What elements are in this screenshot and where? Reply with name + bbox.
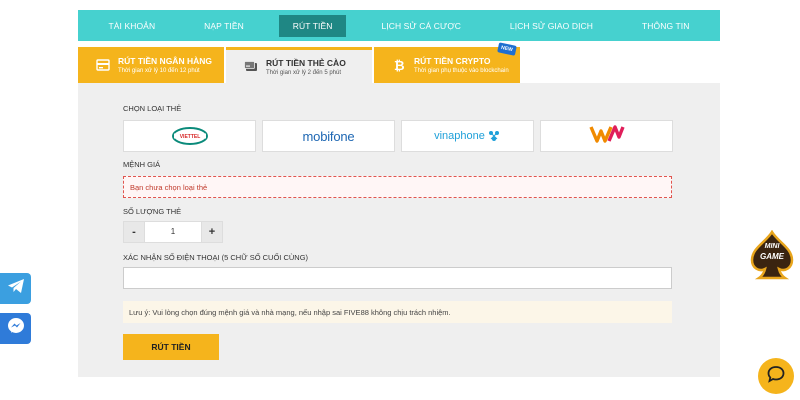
tab-subtitle: Thời gian xử lý 2 đến 5 phút bbox=[266, 69, 341, 76]
viettel-logo: VIETTEL bbox=[171, 126, 209, 146]
tab-title: RÚT TIỀN THẺ CÀO bbox=[266, 57, 346, 68]
carrier-options: VIETTEL mobifone vinaphone bbox=[123, 120, 673, 152]
withdraw-submit-button[interactable]: RÚT TIỀN bbox=[123, 334, 219, 360]
telegram-button[interactable] bbox=[0, 273, 31, 304]
withdraw-form-panel: CHỌN LOẠI THẺ VIETTEL mobifone vinaphone bbox=[78, 83, 720, 377]
withdraw-method-tabs: RÚT TIỀN NGÂN HÀNG Thời gian xử lý 10 đế… bbox=[78, 42, 522, 83]
new-badge: NEW bbox=[497, 42, 517, 56]
carrier-vinaphone[interactable]: vinaphone bbox=[401, 120, 534, 152]
quantity-plus-button[interactable]: + bbox=[201, 221, 223, 243]
quantity-stepper: - 1 + bbox=[123, 221, 223, 243]
nav-item-deposit[interactable]: NẠP TIỀN bbox=[190, 15, 258, 37]
nav-item-transaction-history[interactable]: LỊCH SỬ GIAO DỊCH bbox=[496, 15, 607, 37]
live-chat-button[interactable] bbox=[758, 358, 794, 394]
nav-item-info[interactable]: THÔNG TIN bbox=[628, 15, 704, 37]
bank-card-icon bbox=[96, 58, 110, 72]
warning-note: Lưu ý: Vui lòng chọn đúng mệnh giá và nh… bbox=[123, 301, 672, 323]
top-nav: TÀI KHOẢN NẠP TIỀN RÚT TIỀN LỊCH SỬ CÁ C… bbox=[78, 10, 720, 41]
nav-item-account[interactable]: TÀI KHOẢN bbox=[94, 15, 169, 37]
card-type-label: CHỌN LOẠI THẺ bbox=[123, 104, 182, 113]
carrier-mobifone[interactable]: mobifone bbox=[262, 120, 395, 152]
tab-subtitle: Thời gian phụ thuộc vào blockchain bbox=[414, 68, 509, 74]
viettel-logo-text: VIETTEL bbox=[179, 134, 200, 140]
phone-confirm-input[interactable] bbox=[123, 267, 672, 289]
quantity-minus-button[interactable]: - bbox=[123, 221, 145, 243]
chat-icon bbox=[767, 365, 785, 388]
tab-crypto-withdraw[interactable]: ₿ RÚT TIỀN CRYPTO Thời gian phụ thuộc và… bbox=[374, 42, 520, 83]
vinaphone-logo: vinaphone bbox=[434, 129, 501, 143]
minigame-button[interactable]: MINI GAME bbox=[748, 229, 796, 280]
carrier-viettel[interactable]: VIETTEL bbox=[123, 120, 256, 152]
nav-item-bet-history[interactable]: LỊCH SỬ CÁ CƯỢC bbox=[367, 15, 475, 37]
mobifone-logo: mobifone bbox=[302, 128, 355, 144]
telegram-icon bbox=[7, 278, 25, 299]
messenger-icon bbox=[7, 317, 25, 340]
denomination-label: MỆNH GIÁ bbox=[123, 160, 161, 169]
carrier-vietnamobile[interactable] bbox=[540, 120, 673, 152]
tab-title: RÚT TIỀN CRYPTO bbox=[414, 56, 491, 66]
nav-item-withdraw[interactable]: RÚT TIỀN bbox=[278, 14, 347, 37]
svg-text:₿: ₿ bbox=[394, 59, 405, 72]
vinaphone-logo-text: vinaphone bbox=[434, 130, 485, 142]
tab-title: RÚT TIỀN NGÂN HÀNG bbox=[118, 56, 212, 66]
phone-confirm-label: XÁC NHẬN SỐ ĐIỆN THOẠI (5 CHỮ SỐ CUỐI CÙ… bbox=[123, 253, 309, 262]
minigame-text-line1: MINI bbox=[764, 243, 780, 250]
scratch-card-icon bbox=[244, 60, 258, 74]
minigame-text-line2: GAME bbox=[760, 252, 784, 261]
bitcoin-icon: ₿ bbox=[392, 58, 406, 72]
tab-scratch-card-withdraw[interactable]: RÚT TIỀN THẺ CÀO Thời gian xử lý 2 đến 5… bbox=[226, 47, 372, 83]
tab-subtitle: Thời gian xử lý 10 đến 12 phút bbox=[118, 68, 200, 74]
tab-bank-withdraw[interactable]: RÚT TIỀN NGÂN HÀNG Thời gian xử lý 10 đế… bbox=[78, 47, 224, 83]
quantity-input[interactable]: 1 bbox=[145, 221, 201, 243]
messenger-button[interactable] bbox=[0, 313, 31, 344]
denomination-error[interactable]: Bạn chưa chọn loại thẻ bbox=[123, 176, 672, 198]
vietnamobile-logo bbox=[588, 124, 625, 148]
quantity-label: SỐ LƯỢNG THẺ bbox=[123, 207, 182, 216]
